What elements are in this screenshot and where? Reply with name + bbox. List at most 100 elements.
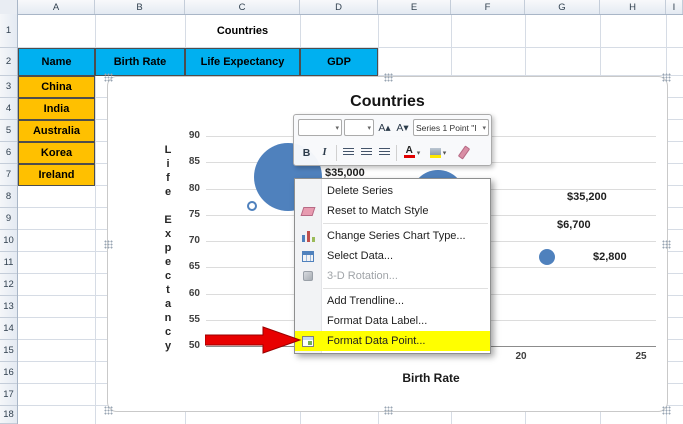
- chart-resize-handle[interactable]: [104, 240, 113, 249]
- cell-name-ireland[interactable]: Ireland: [18, 164, 95, 186]
- excel-worksheet: A B C D E F G H I 1 2 3 4 5 6 7 8 9 10 1…: [0, 0, 683, 424]
- chart-title[interactable]: Countries: [108, 93, 667, 111]
- cell-name-korea[interactable]: Korea: [18, 142, 95, 164]
- align-right-icon: [379, 148, 390, 157]
- column-header-row: A B C D E F G H I: [0, 0, 683, 15]
- row-header-4[interactable]: 4: [0, 98, 17, 120]
- cell-header-name[interactable]: Name: [18, 48, 95, 76]
- row-header-16[interactable]: 16: [0, 362, 17, 384]
- menu-item-label: 3-D Rotation...: [327, 270, 398, 282]
- chart-element-combo[interactable]: Series 1 Point "I ▾: [413, 119, 489, 136]
- chevron-down-icon: ▾: [416, 149, 421, 157]
- row-header-14[interactable]: 14: [0, 318, 17, 340]
- menu-item-label: Reset to Match Style: [327, 205, 429, 217]
- chevron-down-icon: ▾: [335, 124, 339, 132]
- toolbar-separator: [396, 145, 397, 161]
- cell-name-india[interactable]: India: [18, 98, 95, 120]
- row-header-9[interactable]: 9: [0, 208, 17, 230]
- row-header-5[interactable]: 5: [0, 120, 17, 142]
- italic-button[interactable]: I: [316, 144, 333, 161]
- y-tick-75: 75: [188, 209, 200, 220]
- font-color-icon: A: [403, 145, 415, 158]
- cell-title[interactable]: Countries: [185, 14, 300, 48]
- row-header-11[interactable]: 11: [0, 252, 17, 274]
- data-label-2800[interactable]: $2,800: [593, 251, 627, 263]
- y-tick-65: 65: [188, 261, 200, 272]
- x-axis-title[interactable]: Birth Rate: [206, 371, 656, 385]
- menu-item-label: Select Data...: [327, 250, 394, 262]
- chart-resize-handle[interactable]: [384, 406, 393, 415]
- y-tick-60: 60: [188, 288, 200, 299]
- menu-item-3d-rotation: 3-D Rotation...: [295, 266, 490, 286]
- menu-item-add-trendline[interactable]: Add Trendline...: [295, 291, 490, 311]
- chart-resize-handle[interactable]: [662, 406, 671, 415]
- col-header-b[interactable]: B: [95, 0, 185, 14]
- bold-button[interactable]: B: [298, 144, 315, 161]
- cell-name-china[interactable]: China: [18, 76, 95, 98]
- menu-item-format-data-label[interactable]: Format Data Label...: [295, 311, 490, 331]
- align-right-button[interactable]: [376, 144, 393, 161]
- chart-resize-handle[interactable]: [662, 240, 671, 249]
- chart-resize-handle[interactable]: [662, 73, 671, 82]
- row-header-12[interactable]: 12: [0, 274, 17, 296]
- select-data-icon: [302, 250, 314, 262]
- menu-item-label: Format Data Label...: [327, 315, 428, 327]
- row-header-18[interactable]: 18: [0, 406, 17, 424]
- menu-item-reset-to-match-style[interactable]: Reset to Match Style: [295, 201, 490, 221]
- context-menu: Delete Series Reset to Match Style Chang…: [294, 178, 491, 354]
- chart-resize-handle[interactable]: [104, 406, 113, 415]
- icon-slot: [295, 230, 321, 242]
- cell-header-birth-rate[interactable]: Birth Rate: [95, 48, 185, 76]
- cell-header-gdp[interactable]: GDP: [300, 48, 378, 76]
- format-brush-button[interactable]: [454, 144, 474, 161]
- col-header-f[interactable]: F: [451, 0, 525, 14]
- row-header-column: 1 2 3 4 5 6 7 8 9 10 11 12 13 14 15 16 1…: [0, 14, 18, 424]
- 3d-rotation-icon: [303, 271, 313, 281]
- chart-resize-handle[interactable]: [384, 73, 393, 82]
- col-header-c[interactable]: C: [185, 0, 300, 14]
- chart-resize-handle[interactable]: [104, 73, 113, 82]
- row-header-1[interactable]: 1: [0, 14, 17, 48]
- icon-slot: [295, 271, 321, 281]
- row-header-6[interactable]: 6: [0, 142, 17, 164]
- cell-name-australia[interactable]: Australia: [18, 120, 95, 142]
- row-header-10[interactable]: 10: [0, 230, 17, 252]
- data-label-35200[interactable]: $35,200: [567, 191, 607, 203]
- col-header-d[interactable]: D: [300, 0, 378, 14]
- row-header-7[interactable]: 7: [0, 164, 17, 186]
- bubble-small-point[interactable]: [247, 201, 257, 211]
- row-header-2[interactable]: 2: [0, 48, 17, 76]
- data-label-6700[interactable]: $6,700: [557, 219, 591, 231]
- col-header-e[interactable]: E: [378, 0, 451, 14]
- x-tick-20: 20: [515, 351, 527, 362]
- font-name-combo[interactable]: ▾: [298, 119, 342, 136]
- select-all-corner[interactable]: [0, 0, 18, 14]
- align-center-button[interactable]: [358, 144, 375, 161]
- fill-color-button[interactable]: ▾: [426, 144, 450, 161]
- col-header-i[interactable]: I: [666, 0, 683, 14]
- red-arrow-annotation: [205, 326, 302, 354]
- menu-item-label: Add Trendline...: [327, 295, 405, 307]
- cell-header-life-expectancy[interactable]: Life Expectancy: [185, 48, 300, 76]
- row-header-3[interactable]: 3: [0, 76, 17, 98]
- bubble-2800[interactable]: [539, 249, 555, 265]
- row-header-8[interactable]: 8: [0, 186, 17, 208]
- row-header-15[interactable]: 15: [0, 340, 17, 362]
- y-axis-title[interactable]: Life Expectancy: [160, 137, 176, 361]
- menu-item-select-data[interactable]: Select Data...: [295, 246, 490, 266]
- menu-item-change-series-chart-type[interactable]: Change Series Chart Type...: [295, 226, 490, 246]
- chevron-down-icon: ▾: [482, 124, 486, 132]
- col-header-h[interactable]: H: [600, 0, 666, 14]
- grow-font-button[interactable]: A▴: [376, 119, 393, 136]
- align-left-button[interactable]: [340, 144, 357, 161]
- font-size-combo[interactable]: ▾: [344, 119, 374, 136]
- row-header-17[interactable]: 17: [0, 384, 17, 406]
- row-header-13[interactable]: 13: [0, 296, 17, 318]
- shrink-font-button[interactable]: A▾: [394, 119, 411, 136]
- menu-item-format-data-point[interactable]: Format Data Point...: [295, 331, 490, 351]
- y-tick-70: 70: [188, 235, 200, 246]
- font-color-button[interactable]: A ▾: [400, 144, 424, 161]
- col-header-a[interactable]: A: [18, 0, 95, 14]
- col-header-g[interactable]: G: [525, 0, 600, 14]
- menu-item-delete-series[interactable]: Delete Series: [295, 181, 490, 201]
